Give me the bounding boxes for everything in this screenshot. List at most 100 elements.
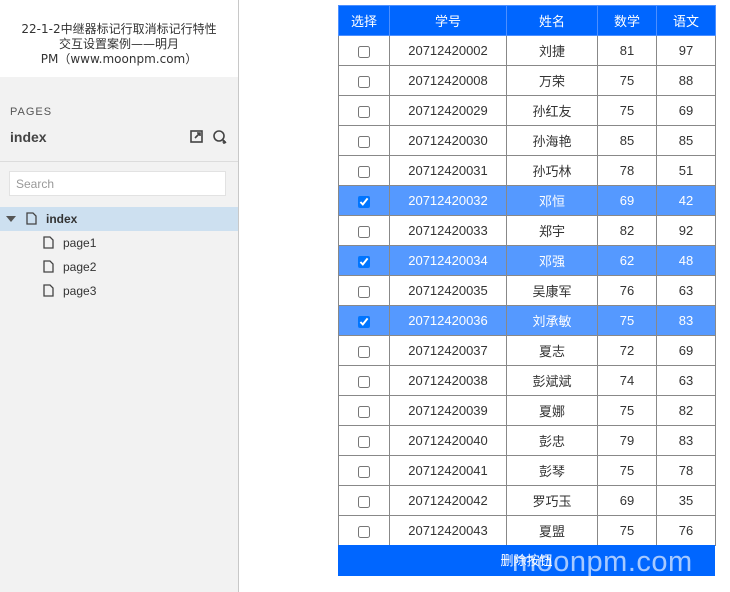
table-row[interactable]: 20712420035 吴康军 76 63 xyxy=(338,275,716,306)
table-row[interactable]: 20712420031 孙巧林 78 51 xyxy=(338,155,716,186)
table-row[interactable]: 20712420042 罗巧玉 69 35 xyxy=(338,485,716,516)
row-select-checkbox[interactable] xyxy=(358,135,370,148)
cell-math: 81 xyxy=(597,35,657,66)
row-select-cell xyxy=(338,125,390,156)
table-row[interactable]: 20712420002 刘捷 81 97 xyxy=(338,35,716,66)
row-select-checkbox[interactable] xyxy=(358,315,370,328)
cell-chinese: 69 xyxy=(656,95,716,126)
table-row[interactable]: 20712420034 邓强 62 48 xyxy=(338,245,716,276)
sidebar-divider xyxy=(0,161,238,162)
cell-chinese: 76 xyxy=(656,515,716,546)
cell-name: 孙海艳 xyxy=(506,125,598,156)
cell-name: 刘捷 xyxy=(506,35,598,66)
cell-math: 82 xyxy=(597,215,657,246)
cell-chinese: 82 xyxy=(656,395,716,426)
tree-item-index[interactable]: index xyxy=(0,207,238,231)
add-folder-icon[interactable] xyxy=(212,129,228,145)
cell-student-id: 20712420039 xyxy=(389,395,507,426)
page-doc-icon xyxy=(43,260,54,273)
cell-name: 吴康军 xyxy=(506,275,598,306)
project-title-line-2: 交互设置案例——明月 xyxy=(58,37,179,51)
tree-item-page2[interactable]: page2 xyxy=(0,255,238,279)
cell-student-id: 20712420038 xyxy=(389,365,507,396)
cell-name: 刘承敏 xyxy=(506,305,598,336)
table-row[interactable]: 20712420040 彭忠 79 83 xyxy=(338,425,716,456)
row-select-checkbox[interactable] xyxy=(358,495,370,508)
row-select-checkbox[interactable] xyxy=(358,375,370,388)
row-select-checkbox[interactable] xyxy=(358,225,370,238)
cell-name: 万荣 xyxy=(506,65,598,96)
cell-student-id: 20712420041 xyxy=(389,455,507,486)
row-select-checkbox[interactable] xyxy=(358,435,370,448)
tree-item-page1[interactable]: page1 xyxy=(0,231,238,255)
current-page-heading: index xyxy=(10,129,47,145)
cell-chinese: 97 xyxy=(656,35,716,66)
cell-math: 76 xyxy=(597,275,657,306)
cell-student-id: 20712420034 xyxy=(389,245,507,276)
table-row[interactable]: 20712420038 彭斌斌 74 63 xyxy=(338,365,716,396)
page-search-input[interactable] xyxy=(9,171,226,196)
table-row[interactable]: 20712420029 孙红友 75 69 xyxy=(338,95,716,126)
tree-item-page3[interactable]: page3 xyxy=(0,279,238,303)
cell-math: 75 xyxy=(597,65,657,96)
cell-student-id: 20712420043 xyxy=(389,515,507,546)
table-row[interactable]: 20712420041 彭琴 75 78 xyxy=(338,455,716,486)
table-row[interactable]: 20712420037 夏志 72 69 xyxy=(338,335,716,366)
cell-chinese: 63 xyxy=(656,275,716,306)
cell-student-id: 20712420037 xyxy=(389,335,507,366)
cell-math: 74 xyxy=(597,365,657,396)
cell-math: 75 xyxy=(597,515,657,546)
tree-item-label: page1 xyxy=(63,236,97,250)
cell-student-id: 20712420032 xyxy=(389,185,507,216)
tree-item-label: page3 xyxy=(63,284,97,298)
cell-name: 夏盟 xyxy=(506,515,598,546)
cell-chinese: 35 xyxy=(656,485,716,516)
collapse-caret-icon[interactable] xyxy=(6,216,16,222)
cell-chinese: 51 xyxy=(656,155,716,186)
row-select-checkbox[interactable] xyxy=(358,75,370,88)
row-select-checkbox[interactable] xyxy=(358,105,370,118)
cell-student-id: 20712420033 xyxy=(389,215,507,246)
cell-name: 邓恒 xyxy=(506,185,598,216)
cell-name: 孙红友 xyxy=(506,95,598,126)
row-select-checkbox[interactable] xyxy=(358,255,370,268)
cell-name: 彭斌斌 xyxy=(506,365,598,396)
project-title: 22-1-2中继器标记行取消标记行特性 交互设置案例——明月 PM（www.mo… xyxy=(0,0,238,77)
row-select-cell xyxy=(338,155,390,186)
table-row[interactable]: 20712420036 刘承敏 75 83 xyxy=(338,305,716,336)
table-body: 20712420002 刘捷 81 97 20712420008 万荣 75 88 207124… xyxy=(338,35,716,546)
project-title-line-3: PM（www.moonpm.com） xyxy=(40,52,198,66)
row-select-cell xyxy=(338,95,390,126)
row-select-cell xyxy=(338,215,390,246)
table-row[interactable]: 20712420043 夏盟 75 76 xyxy=(338,515,716,546)
table-row[interactable]: 20712420030 孙海艳 85 85 xyxy=(338,125,716,156)
cell-math: 72 xyxy=(597,335,657,366)
row-select-checkbox[interactable] xyxy=(358,465,370,478)
pages-section-label: PAGES xyxy=(10,106,53,118)
table-row[interactable]: 20712420032 邓恒 69 42 xyxy=(338,185,716,216)
row-select-checkbox[interactable] xyxy=(358,345,370,358)
row-select-checkbox[interactable] xyxy=(358,525,370,538)
cell-chinese: 63 xyxy=(656,365,716,396)
cell-chinese: 88 xyxy=(656,65,716,96)
table-header-row: 选择 学号 姓名 数学 语文 xyxy=(338,5,716,36)
table-row[interactable]: 20712420039 夏娜 75 82 xyxy=(338,395,716,426)
row-select-cell xyxy=(338,365,390,396)
row-select-checkbox[interactable] xyxy=(358,195,370,208)
header-name: 姓名 xyxy=(506,5,598,36)
table-row[interactable]: 20712420033 郑宇 82 92 xyxy=(338,215,716,246)
cell-chinese: 42 xyxy=(656,185,716,216)
row-select-checkbox[interactable] xyxy=(358,165,370,178)
row-select-cell xyxy=(338,455,390,486)
cell-name: 彭忠 xyxy=(506,425,598,456)
row-select-checkbox[interactable] xyxy=(358,45,370,58)
table-row[interactable]: 20712420008 万荣 75 88 xyxy=(338,65,716,96)
row-select-checkbox[interactable] xyxy=(358,285,370,298)
cell-name: 罗巧玉 xyxy=(506,485,598,516)
add-page-icon[interactable] xyxy=(189,129,205,145)
row-select-checkbox[interactable] xyxy=(358,405,370,418)
header-math: 数学 xyxy=(597,5,657,36)
cell-student-id: 20712420008 xyxy=(389,65,507,96)
cell-name: 孙巧林 xyxy=(506,155,598,186)
delete-button[interactable]: 删除按钮 xyxy=(338,545,715,576)
